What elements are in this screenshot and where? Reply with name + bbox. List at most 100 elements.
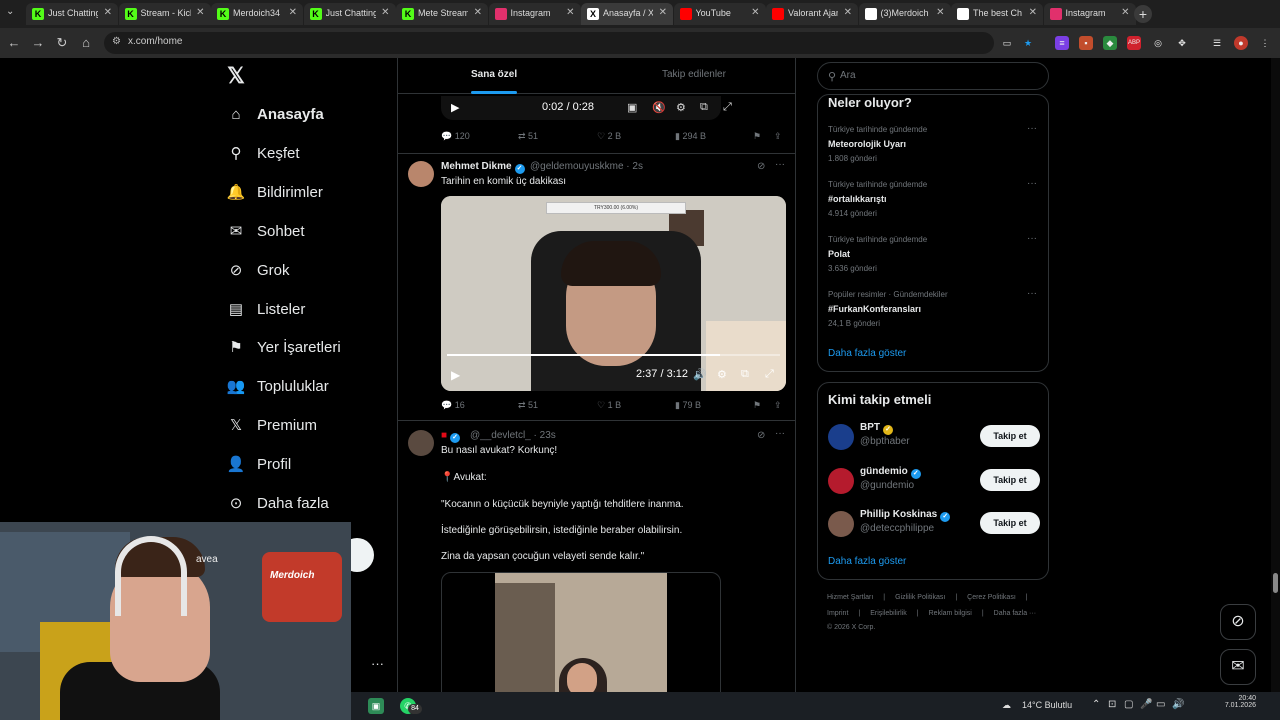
suggested-account-name[interactable]: gündemio ✓ [860,466,921,479]
trend-name[interactable]: #ortalıkkarıştı [828,194,887,204]
profile-avatar-icon[interactable]: ● [1234,36,1248,50]
search-input[interactable]: ⚲ Ara [817,62,1049,90]
tweet-more-icon[interactable]: ··· [775,428,785,439]
repost-button[interactable]: ⇄ 51 [518,131,538,142]
tweet-author-handle[interactable]: @geldemouyuskkme · 2s [530,161,643,172]
follow-button[interactable]: Takip et [980,468,1040,491]
close-tab-icon[interactable]: ✕ [936,7,944,18]
footer-link[interactable]: Daha fazla ··· [994,610,1036,617]
close-tab-icon[interactable]: ✕ [1029,7,1037,18]
reply-button[interactable]: 💬 16 [441,400,465,411]
captions-icon[interactable]: ▣ [627,101,637,114]
footer-link[interactable]: Çerez Politikası [967,594,1016,601]
back-icon[interactable]: ← [6,35,22,51]
fullscreen-icon[interactable]: ⤢ [765,368,774,381]
weather-widget[interactable]: 14°C Bulutlu [1022,700,1072,710]
views-button[interactable]: ▮ 294 B [675,131,706,142]
tweet-author-name[interactable]: Mehmet Dikme ✓ [441,161,525,174]
tweet-author-name[interactable]: ■ ✓ [441,430,461,443]
tab-search-icon[interactable]: ⌄ [6,6,20,20]
close-tab-icon[interactable]: ✕ [844,7,852,18]
views-button[interactable]: ▮ 79 B [675,400,701,411]
browser-tab[interactable]: The best Ch ✕ [951,3,1043,25]
close-tab-icon[interactable]: ✕ [659,7,667,18]
close-tab-icon[interactable]: ✕ [196,7,204,18]
who-show-more[interactable]: Daha fazla göster [828,556,906,567]
browser-tab[interactable]: K Merdoich34 ✕ [211,3,303,25]
trend-more-icon[interactable]: ··· [1027,178,1037,189]
footer-link[interactable]: Imprint [827,610,848,617]
suggested-account-handle[interactable]: @bpthaber [860,436,910,447]
site-info-icon[interactable]: ⚙ [112,36,121,47]
volume-icon[interactable]: 🔊 [693,368,707,381]
browser-tab[interactable]: X Anasayfa / X ✕ [581,3,673,25]
x-logo-icon[interactable]: 𝕏 [224,64,248,88]
shield-extension-icon[interactable]: ◆ [1103,36,1117,50]
avatar[interactable] [828,467,854,494]
close-tab-icon[interactable]: ✕ [289,7,297,18]
avatar[interactable] [408,161,434,187]
suggested-account-name[interactable]: Phillip Koskinas ✓ [860,509,951,522]
extension-icon[interactable]: ◎ [1151,36,1165,50]
pip-icon[interactable]: ⧉ [741,368,749,381]
trend-more-icon[interactable]: ··· [1027,288,1037,299]
bookmark-icon[interactable]: ⚑ [753,400,761,411]
extension-icon[interactable]: ▪ [1079,36,1093,50]
new-tab-button[interactable]: + [1134,5,1152,23]
close-tab-icon[interactable]: ✕ [566,7,574,18]
avatar[interactable] [828,511,854,537]
trends-show-more[interactable]: Daha fazla göster [828,348,906,359]
tweet-author-handle[interactable]: @__devletcl_ · 23s [470,430,556,441]
bookmark-icon[interactable]: ⚑ [753,131,761,142]
trend-name[interactable]: Meteorolojik Uyarı [828,139,906,149]
close-tab-icon[interactable]: ✕ [751,7,759,18]
avatar[interactable] [828,424,854,450]
browser-tab[interactable]: K Just Chatting ✕ [303,3,396,25]
trend-name[interactable]: #FurkanKonferansları [828,304,921,314]
follow-button[interactable]: Takip et [980,425,1040,447]
share-icon[interactable]: ⇪ [774,131,782,142]
trend-name[interactable]: Polat [828,249,850,259]
browser-menu-icon[interactable]: ⋮ [1258,36,1272,50]
taskbar-app-icon[interactable]: ▣ [368,698,384,714]
browser-tab[interactable]: K Just Chatting ✕ [26,3,118,25]
like-button[interactable]: ♡ 1 B [597,400,621,411]
tray-chevron-icon[interactable]: ⌃ [1092,699,1100,710]
avatar[interactable] [408,430,434,456]
tweet-video[interactable]: TRY300.00 (6.00%) ▶ 2:37 / 3:12 🔊 ⚙ ⧉ ⤢ [441,196,786,391]
pip-icon[interactable]: ⧉ [700,101,708,114]
bookmark-star-icon[interactable]: ★ [1021,36,1035,50]
footer-link[interactable]: Reklam bilgisi [929,610,972,617]
grok-explain-icon[interactable]: ⊘ [757,430,765,441]
trend-more-icon[interactable]: ··· [1027,123,1037,134]
trend-more-icon[interactable]: ··· [1027,233,1037,244]
extensions-puzzle-icon[interactable]: ✥ [1175,36,1189,50]
browser-tab[interactable]: (3)Merdoich ✕ [858,3,951,25]
close-tab-icon[interactable]: ✕ [474,7,482,18]
url-field[interactable]: ⚙ x.com/home [104,32,994,54]
footer-link[interactable]: Gizlilik Politikası [895,594,945,601]
browser-tab[interactable]: YouTube ✕ [673,3,766,25]
tray-app-icon[interactable]: ▢ [1124,699,1133,710]
tweet-more-icon[interactable]: ··· [775,159,785,170]
tab-following[interactable]: Takip edilenler [662,69,726,80]
reply-button[interactable]: 💬 120 [441,131,470,142]
volume-icon[interactable]: 🔇 [652,101,666,114]
forward-icon[interactable]: → [30,35,46,51]
browser-tab[interactable]: Instagram ✕ [488,3,581,25]
adblock-icon[interactable]: ABP [1127,36,1141,50]
weather-icon[interactable]: ☁ [1002,700,1011,711]
grok-fab-icon[interactable]: ⊘ [1220,604,1256,640]
browser-tab[interactable]: Valorant Ajan ✕ [766,3,858,25]
grok-explain-icon[interactable]: ⊘ [757,161,765,172]
settings-icon[interactable]: ⚙ [717,368,727,381]
like-button[interactable]: ♡ 2 B [597,131,621,142]
account-more-icon[interactable]: ··· [371,656,384,671]
clock[interactable]: 20:40 7.01.2026 [1196,695,1256,709]
side-panel-icon[interactable]: ☰ [1210,36,1224,50]
repost-button[interactable]: ⇄ 51 [518,400,538,411]
play-icon[interactable]: ▶ [451,368,460,382]
settings-icon[interactable]: ⚙ [676,101,686,114]
follow-button[interactable]: Takip et [980,512,1040,534]
reload-icon[interactable]: ↻ [54,35,70,51]
